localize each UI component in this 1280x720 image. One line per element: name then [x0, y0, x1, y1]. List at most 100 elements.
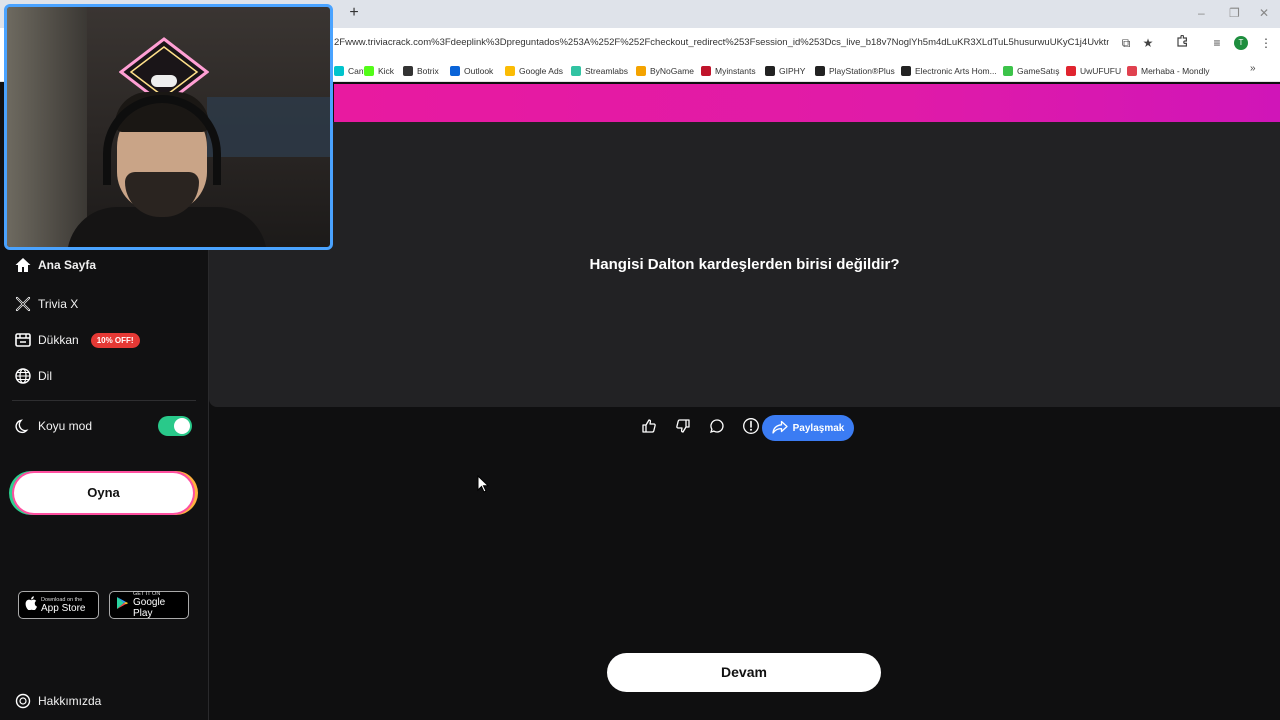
bookmark-favicon-icon — [1127, 66, 1137, 76]
profile-avatar[interactable]: T — [1234, 36, 1248, 50]
restore-icon[interactable]: ❐ — [1229, 6, 1240, 20]
thumbs-down-icon — [675, 418, 691, 439]
bookmark-item[interactable]: GameSatış — [1003, 64, 1060, 78]
dark-mode-label: Koyu mod — [38, 419, 93, 433]
bookmark-favicon-icon — [364, 66, 374, 76]
home-icon — [14, 256, 32, 274]
top-banner — [334, 84, 1280, 122]
install-app-icon[interactable]: ⧉ — [1118, 35, 1134, 51]
new-tab-button[interactable]: + — [346, 5, 362, 21]
bookmark-item[interactable]: Electronic Arts Hom... — [901, 64, 997, 78]
bookmark-favicon-icon — [901, 66, 911, 76]
bookmark-favicon-icon — [571, 66, 581, 76]
extensions-icon[interactable] — [1174, 34, 1190, 51]
bookmark-star-icon[interactable]: ★ — [1140, 35, 1156, 51]
mouse-cursor-icon — [477, 474, 490, 498]
sidebar-item-label: Trivia X — [38, 297, 79, 311]
bookmark-label: Merhaba - Mondly — [1141, 66, 1210, 76]
share-label: Paylaşmak — [792, 422, 845, 434]
sidebar-divider — [12, 400, 196, 401]
sidebar-item-language[interactable]: Dil — [14, 367, 52, 385]
bookmark-label: ByNoGame — [650, 66, 694, 76]
moon-icon — [14, 417, 32, 435]
bookmark-item[interactable]: UwUFUFU — [1066, 64, 1121, 78]
bookmark-label: Electronic Arts Hom... — [915, 66, 997, 76]
bookmark-label: UwUFUFU — [1080, 66, 1122, 76]
x-icon — [14, 295, 32, 313]
bookmark-label: PlayStation®Plus — [829, 66, 895, 76]
share-arrow-icon — [771, 420, 788, 437]
sidebar-item-label: Dükkan — [38, 333, 79, 347]
bookmark-label: GameSatış — [1017, 66, 1060, 76]
bookmark-item[interactable]: Google Ads — [505, 64, 563, 78]
question-text: Hangisi Dalton kardeşlerden birisi değil… — [589, 256, 900, 273]
bookmark-item[interactable]: GIPHY — [765, 64, 805, 78]
app-store-small-text: Download on the — [41, 596, 83, 603]
bookmark-label: Kick — [378, 66, 395, 76]
bookmark-label: Outlook — [464, 66, 494, 76]
dislike-button[interactable] — [670, 415, 696, 441]
bookmark-item[interactable]: ByNoGame — [636, 64, 694, 78]
bookmark-favicon-icon — [1003, 66, 1013, 76]
bookmark-favicon-icon — [334, 66, 344, 76]
alert-circle-icon — [742, 417, 760, 440]
bookmark-favicon-icon — [1066, 66, 1076, 76]
bookmark-label: Myinstants — [715, 66, 756, 76]
bookmark-item[interactable]: Streamlabs — [571, 64, 628, 78]
bookmark-item[interactable]: PlayStation®Plus — [815, 64, 895, 78]
google-play-button[interactable]: GET IT ON Google Play — [109, 591, 189, 619]
report-button[interactable] — [738, 415, 764, 441]
info-badge-icon — [14, 692, 32, 710]
close-icon[interactable]: ✕ — [1259, 6, 1269, 20]
globe-icon — [14, 367, 32, 385]
bookmark-label: Google Ads — [519, 66, 563, 76]
sidebar-item-trivia-x[interactable]: Trivia X — [14, 295, 78, 313]
media-control-icon[interactable]: ≡ — [1209, 35, 1225, 51]
shop-icon — [14, 331, 32, 349]
bookmark-item[interactable]: Kick — [364, 64, 394, 78]
like-button[interactable] — [636, 415, 662, 441]
apple-icon — [25, 595, 37, 615]
bookmark-item[interactable]: Myinstants — [701, 64, 756, 78]
google-play-big-text: Google Play — [133, 597, 166, 619]
thumbs-up-icon — [641, 418, 657, 439]
bookmark-favicon-icon — [765, 66, 775, 76]
bookmark-favicon-icon — [450, 66, 460, 76]
address-bar[interactable]: 2Fwww.triviacrack.com%3Fdeeplink%3Dpregu… — [334, 37, 1109, 51]
bookmark-favicon-icon — [505, 66, 515, 76]
share-button[interactable]: Paylaşmak — [762, 415, 854, 441]
google-play-icon — [116, 596, 129, 615]
continue-button[interactable]: Devam — [607, 653, 881, 692]
menu-kebab-icon[interactable]: ⋮ — [1258, 35, 1274, 51]
comment-button[interactable] — [704, 415, 730, 441]
bookmark-label: Streamlabs — [585, 66, 628, 76]
discount-badge: 10% OFF! — [90, 332, 140, 348]
bookmark-favicon-icon — [636, 66, 646, 76]
dark-mode-row: Koyu mod — [14, 417, 92, 435]
play-button[interactable]: Oyna — [14, 473, 193, 513]
bookmark-favicon-icon — [403, 66, 413, 76]
webcam-window-background — [7, 7, 87, 247]
webcam-shelf — [207, 97, 330, 157]
bookmark-label: GIPHY — [779, 66, 806, 76]
sidebar-item-shop[interactable]: Dükkan 10% OFF! — [14, 331, 140, 349]
bookmark-item[interactable]: Outlook — [450, 64, 493, 78]
dark-mode-toggle[interactable] — [158, 416, 192, 436]
app-store-big-text: App Store — [41, 602, 86, 614]
bookmark-item[interactable]: Merhaba - Mondly — [1127, 64, 1210, 78]
bookmark-favicon-icon — [701, 66, 711, 76]
bookmark-favicon-icon — [815, 66, 825, 76]
screen: + – ❐ ✕ 2Fwww.triviacrack.com%3Fdeeplink… — [0, 0, 1280, 720]
bookmarks-overflow-icon[interactable]: » — [1250, 63, 1256, 74]
sidebar-item-label: Hakkımızda — [38, 694, 102, 708]
app-store-button[interactable]: Download on the App Store — [18, 591, 99, 619]
sidebar-item-about[interactable]: Hakkımızda — [14, 692, 101, 710]
sidebar-item-label: Ana Sayfa — [38, 258, 97, 272]
question-actions — [636, 415, 764, 441]
minimize-icon[interactable]: – — [1198, 6, 1205, 20]
chat-bubble-icon — [709, 418, 725, 439]
webcam-overlay — [4, 4, 333, 250]
bookmark-item[interactable]: Botrix — [403, 64, 439, 78]
sidebar-item-home[interactable]: Ana Sayfa — [14, 256, 96, 274]
bookmark-label: Botrix — [417, 66, 439, 76]
